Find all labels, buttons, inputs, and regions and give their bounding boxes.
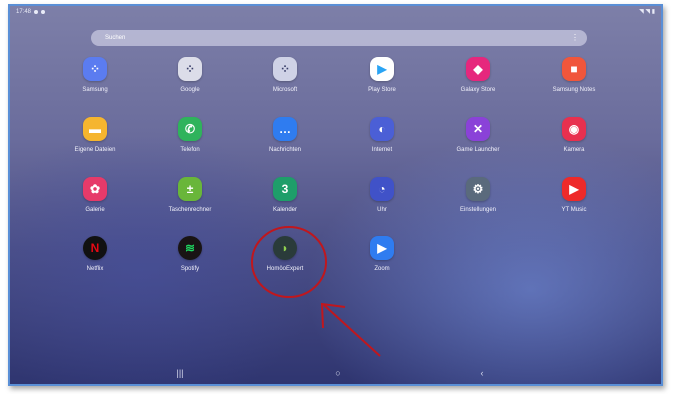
zoom-icon: ▶: [370, 236, 394, 260]
app-taschenrechner[interactable]: ± Taschenrechner: [145, 177, 235, 214]
status-left: 17:48: [16, 6, 46, 18]
app-samsung[interactable]: ⁘ Samsung: [50, 57, 140, 94]
tablet-screen: 17:48 ◥ ◥ ▮ Suchen ⋮ ⁘ Samsung ⁘ Google ⁘ Mic…: [8, 4, 663, 386]
app-label: Eigene Dateien: [74, 147, 116, 153]
app-label: Game Launcher: [456, 147, 500, 153]
status-bar: 17:48 ◥ ◥ ▮: [10, 6, 661, 18]
folder-icon: ⁘: [178, 57, 202, 81]
app-label: Einstellungen: [459, 207, 497, 213]
messages-icon: …: [273, 117, 297, 141]
app-label: Zoom: [374, 266, 390, 272]
folder-files-icon: ▬: [83, 117, 107, 141]
camera-icon: ◉: [562, 117, 586, 141]
app-samsung-notes[interactable]: ■ Samsung Notes: [529, 57, 619, 94]
app-kalender[interactable]: 3 Kalender: [240, 177, 330, 214]
spotify-icon: ≋: [178, 236, 202, 260]
app-nachrichten[interactable]: … Nachrichten: [240, 117, 330, 154]
app-netflix[interactable]: N Netflix: [50, 236, 140, 273]
status-notification-icon: [34, 10, 39, 14]
recents-button[interactable]: |||: [170, 368, 190, 378]
arrow-head: [320, 302, 346, 329]
app-label: Google: [180, 87, 200, 93]
app-label: Kalender: [272, 207, 298, 213]
app-kamera[interactable]: ◉ Kamera: [529, 117, 619, 154]
app-uhr[interactable]: ◔ Uhr: [337, 177, 427, 214]
calendar-icon: 3: [273, 177, 297, 201]
navigation-bar: ||| ○ ‹: [10, 366, 661, 384]
app-label: Play Store: [368, 87, 396, 93]
clock-icon: ◔: [370, 177, 394, 201]
folder-icon: ⁘: [83, 57, 107, 81]
home-button[interactable]: ○: [328, 368, 348, 378]
back-button[interactable]: ‹: [472, 368, 492, 378]
app-label: Telefon: [180, 147, 200, 153]
app-label: Nachrichten: [268, 147, 301, 153]
app-yt-music[interactable]: ▶ YT Music: [529, 177, 619, 214]
gallery-icon: ✿: [83, 177, 107, 201]
internet-icon: ◐: [370, 117, 394, 141]
app-zoom[interactable]: ▶ Zoom: [337, 236, 427, 273]
samsung-notes-icon: ■: [562, 57, 586, 81]
galaxy-store-icon: ◆: [466, 57, 490, 81]
app-hom-oexpert[interactable]: ◗ HomöoExpert: [240, 236, 330, 273]
folder-icon: ⁘: [273, 57, 297, 81]
netflix-icon: N: [83, 236, 107, 260]
app-label: Internet: [371, 147, 393, 153]
app-label: Uhr: [377, 207, 387, 213]
app-label: YT Music: [561, 207, 587, 213]
more-options-icon[interactable]: ⋮: [571, 30, 579, 46]
app-spotify[interactable]: ≋ Spotify: [145, 236, 235, 273]
status-notification-icon-2: [41, 10, 46, 14]
app-label: HomöoExpert: [266, 266, 304, 272]
app-internet[interactable]: ◐ Internet: [337, 117, 427, 154]
app-galerie[interactable]: ✿ Galerie: [50, 177, 140, 214]
app-label: Spotify: [180, 266, 200, 272]
app-label: Samsung: [82, 87, 108, 93]
settings-gear-icon: ⚙: [466, 177, 490, 201]
app-label: Netflix: [86, 266, 104, 272]
app-game-launcher[interactable]: ✕ Game Launcher: [433, 117, 523, 154]
app-telefon[interactable]: ✆ Telefon: [145, 117, 235, 154]
app-label: Taschenrechner: [168, 207, 212, 213]
play-store-icon: ▶: [370, 57, 394, 81]
app-label: Samsung Notes: [552, 87, 596, 93]
search-bar[interactable]: Suchen ⋮: [91, 30, 587, 46]
app-label: Kamera: [563, 147, 585, 153]
app-label: Galerie: [85, 207, 105, 213]
homoeoexpert-icon: ◗: [273, 236, 297, 260]
status-time: 17:48: [16, 9, 32, 15]
status-right: ◥ ◥ ▮: [639, 6, 655, 18]
app-galaxy-store[interactable]: ◆ Galaxy Store: [433, 57, 523, 94]
app-eigene-dateien[interactable]: ▬ Eigene Dateien: [50, 117, 140, 154]
arrow-shaft: [323, 304, 381, 357]
app-microsoft[interactable]: ⁘ Microsoft: [240, 57, 330, 94]
game-launcher-icon: ✕: [466, 117, 490, 141]
app-label: Microsoft: [272, 87, 298, 93]
app-play-store[interactable]: ▶ Play Store: [337, 57, 427, 94]
phone-icon: ✆: [178, 117, 202, 141]
app-einstellungen[interactable]: ⚙ Einstellungen: [433, 177, 523, 214]
search-placeholder: Suchen: [105, 35, 126, 41]
calculator-icon: ±: [178, 177, 202, 201]
app-label: Galaxy Store: [460, 87, 496, 93]
yt-music-icon: ▶: [562, 177, 586, 201]
app-google[interactable]: ⁘ Google: [145, 57, 235, 94]
signal-battery-icons: ◥ ◥ ▮: [639, 9, 655, 15]
